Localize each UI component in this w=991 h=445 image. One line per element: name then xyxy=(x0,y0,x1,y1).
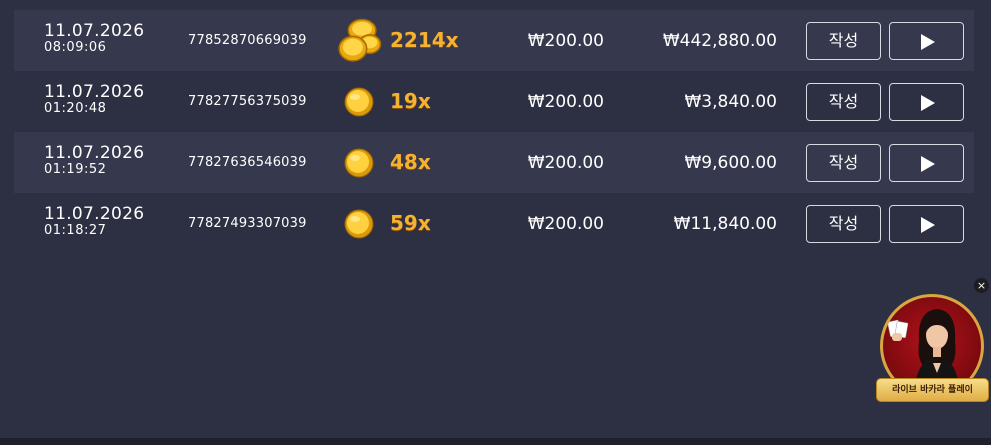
game-id: 77827493307039 xyxy=(188,216,307,231)
win-amount: ₩11,840.00 xyxy=(673,214,777,234)
play-icon xyxy=(921,156,935,172)
table-row: 11.07.2026 01:18:27 77827493307039 59x ₩… xyxy=(14,193,974,254)
date-text: 11.07.2026 xyxy=(44,21,145,41)
win-amount: ₩3,840.00 xyxy=(684,92,777,112)
replay-button[interactable] xyxy=(889,22,964,60)
promo-label[interactable]: 라이브 바카라 플레이 xyxy=(876,378,989,402)
bet-amount: ₩200.00 xyxy=(527,92,604,112)
time-text: 01:20:48 xyxy=(44,101,107,116)
history-table: 11.07.2026 08:09:06 77852870669039 2214x… xyxy=(14,10,974,254)
date-cell: 11.07.2026 01:18:27 xyxy=(44,205,184,238)
coin-icon xyxy=(344,87,374,117)
multiplier-value: 48x xyxy=(390,150,431,174)
replay-button[interactable] xyxy=(889,144,964,182)
table-row: 11.07.2026 01:20:48 77827756375039 19x ₩… xyxy=(14,71,974,132)
bet-amount: ₩200.00 xyxy=(527,31,604,51)
date-text: 11.07.2026 xyxy=(44,143,145,163)
time-text: 01:18:27 xyxy=(44,223,107,238)
game-id: 77827636546039 xyxy=(188,155,307,170)
playing-cards-icon xyxy=(887,319,909,341)
bet-amount: ₩200.00 xyxy=(527,214,604,234)
play-icon xyxy=(921,34,935,50)
date-text: 11.07.2026 xyxy=(44,204,145,224)
win-amount: ₩442,880.00 xyxy=(662,31,777,51)
bet-amount: ₩200.00 xyxy=(527,153,604,173)
bottom-strip xyxy=(0,438,991,445)
coin-icon xyxy=(344,209,374,239)
time-text: 01:19:52 xyxy=(44,162,107,177)
date-text: 11.07.2026 xyxy=(44,82,145,102)
date-cell: 11.07.2026 01:20:48 xyxy=(44,83,184,116)
write-button[interactable]: 작성 xyxy=(806,205,881,243)
coin-icon xyxy=(344,148,374,178)
play-icon xyxy=(921,217,935,233)
date-cell: 11.07.2026 01:19:52 xyxy=(44,144,184,177)
history-panel: 11.07.2026 08:09:06 77852870669039 2214x… xyxy=(0,0,991,438)
replay-button[interactable] xyxy=(889,83,964,121)
write-button[interactable]: 작성 xyxy=(806,22,881,60)
play-icon xyxy=(921,95,935,111)
win-amount: ₩9,600.00 xyxy=(684,153,777,173)
date-cell: 11.07.2026 08:09:06 xyxy=(44,22,184,55)
coin-stack-icon xyxy=(338,18,382,62)
replay-button[interactable] xyxy=(889,205,964,243)
write-button[interactable]: 작성 xyxy=(806,83,881,121)
time-text: 08:09:06 xyxy=(44,40,107,55)
write-button[interactable]: 작성 xyxy=(806,144,881,182)
multiplier-value: 19x xyxy=(390,89,431,113)
game-id: 77852870669039 xyxy=(188,33,307,48)
close-icon[interactable]: × xyxy=(974,278,989,293)
game-id: 77827756375039 xyxy=(188,94,307,109)
multiplier-value: 2214x xyxy=(390,28,459,52)
table-row: 11.07.2026 01:19:52 77827636546039 48x ₩… xyxy=(14,132,974,193)
table-row: 11.07.2026 08:09:06 77852870669039 2214x… xyxy=(14,10,974,71)
multiplier-value: 59x xyxy=(390,211,431,235)
live-baccarat-promo[interactable]: 라이브 바카라 플레이 × xyxy=(872,278,991,406)
